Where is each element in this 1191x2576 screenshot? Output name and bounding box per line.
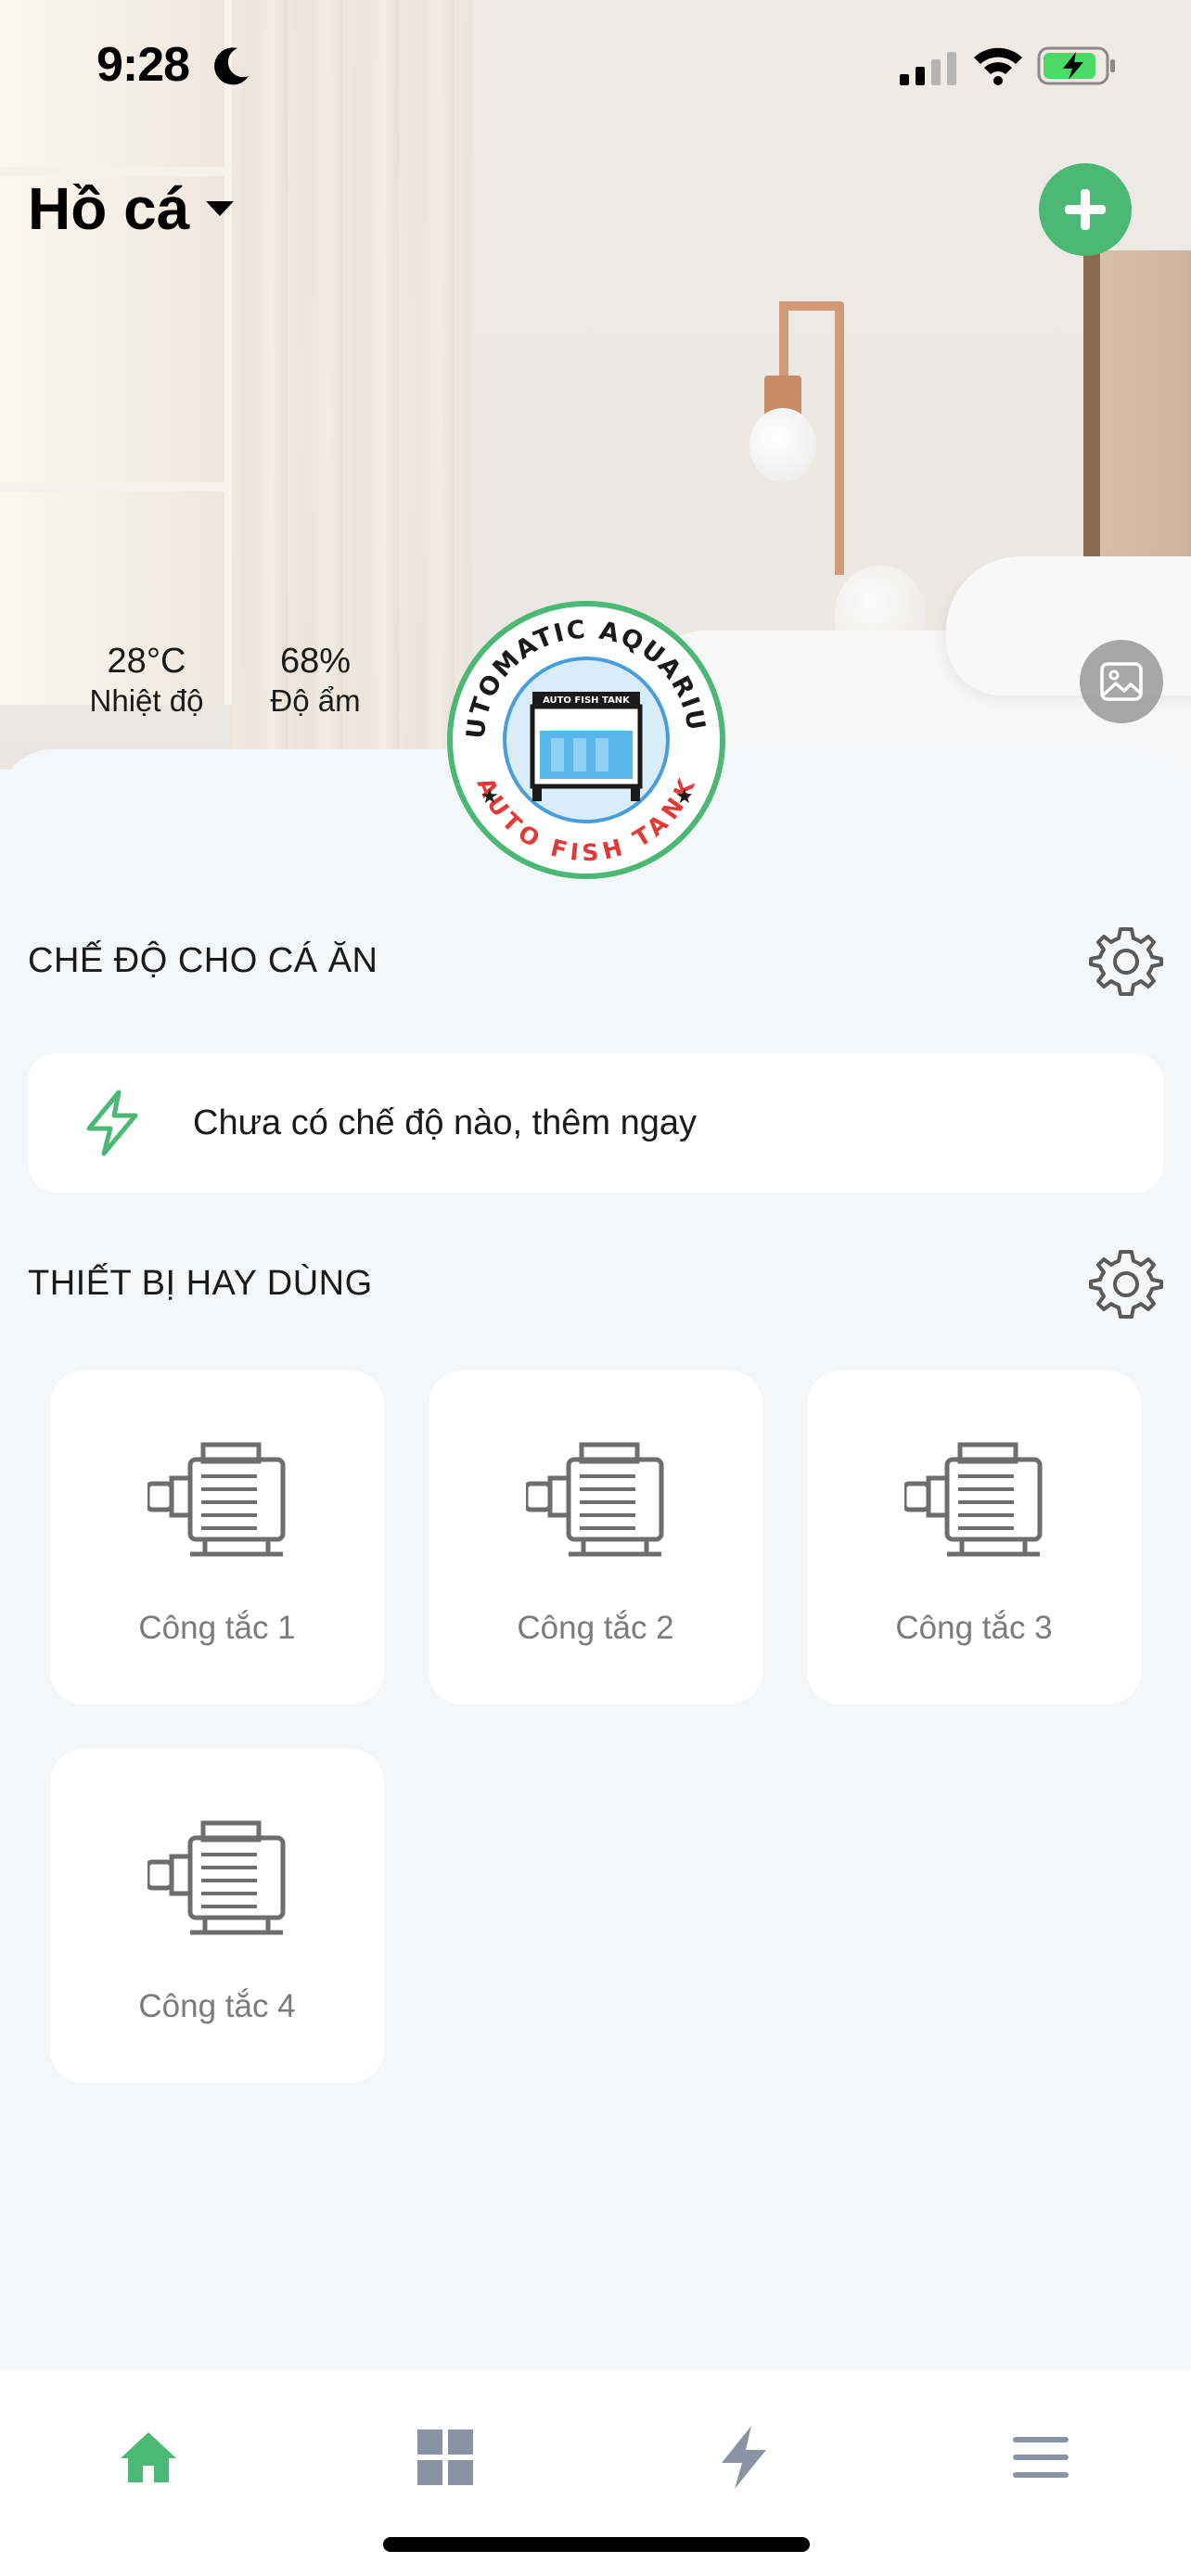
bolt-icon: [86, 1090, 138, 1156]
gear-icon[interactable]: [1089, 924, 1163, 998]
caret-down-icon: [206, 201, 235, 216]
logo-inner-text: AUTO FISH TANK: [543, 695, 631, 706]
motor-icon: [526, 1442, 664, 1557]
home-icon: [121, 2432, 176, 2482]
logo-star: ★: [480, 785, 499, 809]
tab-menu[interactable]: [985, 2411, 1096, 2504]
plus-icon: [1065, 189, 1106, 230]
scenes-section-header: CHẾ ĐỘ CHO CÁ ĂN: [28, 924, 1163, 998]
status-bar: 9:28: [0, 0, 1191, 130]
device-tile[interactable]: Công tắc 1: [50, 1371, 384, 1704]
tab-devices[interactable]: [390, 2411, 501, 2504]
humidity-value: 68%: [279, 642, 352, 681]
status-time: 9:28: [96, 38, 190, 92]
lamp-bulb: [749, 408, 816, 482]
wifi-icon: [974, 47, 1022, 85]
window-frame: [0, 482, 232, 491]
motor-icon: [147, 1820, 286, 1935]
add-button[interactable]: [1039, 163, 1132, 256]
device-tile[interactable]: Công tắc 4: [50, 1749, 384, 2083]
lamp-arm: [779, 301, 788, 385]
menu-icon: [1013, 2437, 1069, 2478]
device-label: Công tắc 1: [138, 1610, 296, 1646]
home-selector[interactable]: Hồ cá: [28, 174, 236, 243]
change-wallpaper-button[interactable]: [1080, 640, 1163, 723]
tab-home[interactable]: [93, 2411, 204, 2504]
temperature-value: 28°C: [107, 642, 186, 681]
device-label: Công tắc 3: [895, 1610, 1053, 1646]
motor-icon: [147, 1442, 286, 1557]
bolt-icon: [722, 2426, 766, 2489]
device-tile[interactable]: Công tắc 3: [807, 1371, 1141, 1704]
brand-logo: AUTOMATIC AQUARIUM AUTO FISH TANK ★ ★ AU…: [440, 584, 725, 879]
moon-icon: [214, 47, 249, 85]
aquarium-logo-graphic: AUTOMATIC AQUARIUM AUTO FISH TANK ★ ★ AU…: [440, 584, 716, 870]
add-scene-card[interactable]: Chưa có chế độ nào, thêm ngay: [28, 1053, 1163, 1192]
tab-scenes[interactable]: [688, 2411, 800, 2504]
battery-icon: [1037, 46, 1115, 85]
grid-icon: [417, 2429, 473, 2485]
gear-icon[interactable]: [1089, 1246, 1163, 1320]
lamp-pole: [835, 306, 844, 575]
temperature-widget: 28°C Nhiệt độ: [82, 640, 211, 720]
scene-empty-text: Chưa có chế độ nào, thêm ngay: [193, 1103, 698, 1142]
image-icon: [1100, 662, 1143, 701]
device-label: Công tắc 2: [517, 1610, 674, 1646]
humidity-label: Độ ẩm: [270, 683, 361, 718]
home-name: Hồ cá: [28, 175, 190, 242]
temperature-label: Nhiệt độ: [89, 683, 204, 718]
devices-section-header: THIẾT BỊ HAY DÙNG: [28, 1246, 1163, 1320]
scenes-section-title: CHẾ ĐỘ CHO CÁ ĂN: [28, 940, 378, 980]
device-tile[interactable]: Công tắc 2: [429, 1371, 762, 1704]
home-indicator: [383, 2537, 810, 2552]
logo-star: ★: [675, 785, 694, 809]
cellular-signal-icon: [900, 52, 956, 85]
motor-icon: [904, 1442, 1043, 1557]
humidity-widget: 68% Độ ẩm: [260, 640, 371, 720]
device-label: Công tắc 4: [138, 1988, 296, 2024]
devices-section-title: THIẾT BỊ HAY DÙNG: [28, 1263, 373, 1303]
